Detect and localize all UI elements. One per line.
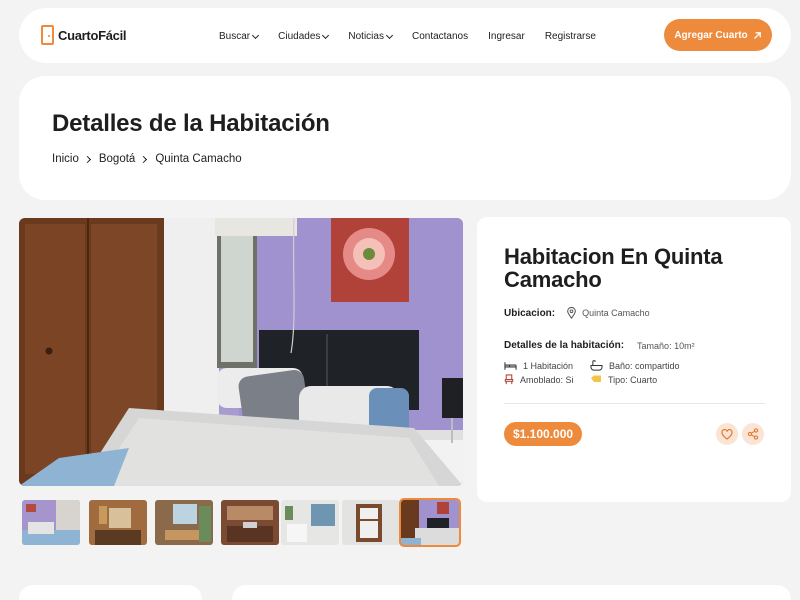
- thumbnail-5[interactable]: [281, 500, 339, 545]
- thumbnail-2[interactable]: [89, 500, 147, 545]
- nav-item-label: Ciudades: [278, 31, 321, 42]
- nav-item-label: Contactanos: [411, 31, 469, 42]
- thumbnail-strip: [19, 498, 463, 548]
- page-title: Detalles de la Habitación: [52, 110, 330, 137]
- breadcrumb-item-city[interactable]: Bogotá: [99, 153, 135, 165]
- chevron-right-icon: [140, 155, 148, 163]
- add-room-button[interactable]: Agregar Cuarto: [664, 19, 772, 51]
- feature-furnished-text: Amoblado: Si: [520, 374, 574, 385]
- chevron-down-icon: [252, 31, 260, 39]
- arrow-up-right-icon: [753, 31, 761, 39]
- details-row: Detalles de la habitación: Tamaño: 10m²: [504, 340, 695, 351]
- bedroom-photo: [19, 218, 463, 486]
- share-button[interactable]: [742, 423, 764, 445]
- nav-item-contactanos[interactable]: Contactanos: [412, 31, 468, 42]
- room-title: Habitacion En Quinta Camacho: [504, 244, 723, 292]
- bottom-section-card-right: [232, 585, 791, 600]
- share-icon: [747, 428, 759, 440]
- divider: [504, 403, 765, 404]
- dining-room-thumb: [155, 500, 213, 545]
- map-pin-icon: [567, 307, 576, 319]
- thumbnail-3[interactable]: [155, 500, 213, 545]
- chair-icon: [504, 374, 514, 385]
- location-row: Ubicacion: Quinta Camacho: [504, 307, 650, 319]
- bathroom-thumb: [281, 500, 339, 545]
- breadcrumb: Inicio Bogotá Quinta Camacho: [52, 153, 242, 165]
- nav-item-buscar[interactable]: Buscar: [219, 31, 260, 42]
- chevron-right-icon: [83, 155, 91, 163]
- price-badge: $1.100.000: [504, 422, 583, 446]
- thumbnail-6[interactable]: [342, 500, 400, 545]
- heart-icon: [721, 428, 733, 440]
- bedroom-thumb: [401, 500, 459, 545]
- tag-icon: [591, 375, 601, 382]
- closet-thumb: [342, 500, 400, 545]
- location-value: Quinta Camacho: [582, 308, 650, 318]
- nav-item-ingresar[interactable]: Ingresar: [488, 31, 525, 42]
- bathtub-icon: [590, 360, 603, 371]
- details-label: Detalles de la habitación:: [504, 340, 625, 351]
- feature-bath: Baño: compartido: [590, 360, 700, 371]
- kitchen-thumb: [221, 500, 279, 545]
- bedroom-thumb: [22, 500, 80, 545]
- living-room-thumb: [89, 500, 147, 545]
- logo[interactable]: CuartoFácil: [41, 25, 127, 45]
- nav-item-label: Registrarse: [544, 31, 596, 42]
- feature-type: Tipo: Cuarto: [590, 375, 700, 385]
- breadcrumb-item-inicio[interactable]: Inicio: [52, 153, 79, 165]
- main-room-photo[interactable]: [19, 218, 463, 486]
- door-logo-icon: [41, 25, 54, 45]
- feature-rooms: 1 Habitación: [504, 361, 590, 371]
- nav-menu: Buscar Ciudades Noticias Contactanos Ing…: [219, 31, 596, 42]
- nav-item-noticias[interactable]: Noticias: [348, 31, 394, 42]
- nav-item-label: Ingresar: [488, 31, 525, 42]
- bed-icon: [504, 361, 517, 370]
- breadcrumb-item-neighborhood: Quinta Camacho: [155, 153, 242, 165]
- favorite-button[interactable]: [716, 423, 738, 445]
- features-row-2: Amoblado: Si Tipo: Cuarto: [504, 374, 700, 385]
- room-size: Tamaño: 10m²: [637, 340, 695, 351]
- thumbnail-4[interactable]: [221, 500, 279, 545]
- add-room-label: Agregar Cuarto: [674, 29, 748, 41]
- logo-text: CuartoFácil: [58, 27, 127, 43]
- location-label: Ubicacion:: [504, 307, 556, 319]
- nav-item-label: Buscar: [219, 31, 251, 42]
- features-row-1: 1 Habitación Baño: compartido: [504, 360, 700, 371]
- page-header: Detalles de la Habitación Inicio Bogotá …: [19, 76, 791, 200]
- top-navbar: CuartoFácil Buscar Ciudades Noticias Con…: [19, 8, 791, 63]
- chevron-down-icon: [322, 31, 330, 39]
- nav-item-registrarse[interactable]: Registrarse: [545, 31, 596, 42]
- feature-furnished: Amoblado: Si: [504, 374, 590, 385]
- nav-item-ciudades[interactable]: Ciudades: [278, 31, 330, 42]
- feature-type-text: Tipo: Cuarto: [608, 374, 658, 385]
- feature-rooms-text: 1 Habitación: [523, 360, 574, 371]
- thumbnail-7-active[interactable]: [399, 498, 461, 547]
- chevron-down-icon: [385, 31, 394, 39]
- bottom-section-card-left: [19, 585, 202, 600]
- room-details-card: Habitacion En Quinta Camacho Ubicacion: …: [477, 217, 791, 502]
- thumbnail-1[interactable]: [22, 500, 80, 545]
- nav-item-label: Noticias: [348, 31, 384, 42]
- feature-bath-text: Baño: compartido: [609, 360, 680, 371]
